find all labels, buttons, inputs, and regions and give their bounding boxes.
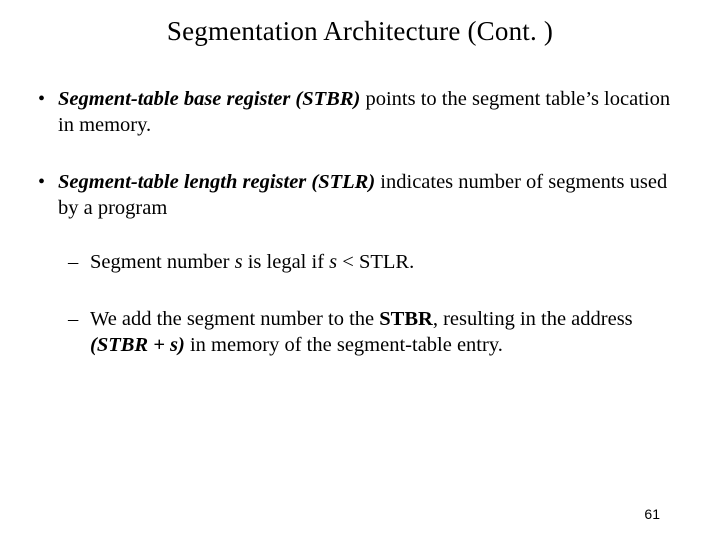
text: Segment number	[90, 251, 235, 273]
term-stbr: Segment-table base register (STBR)	[58, 88, 360, 110]
page-number: 61	[644, 506, 660, 522]
text: in memory of the segment-table entry.	[185, 334, 503, 356]
bullet-stlr: Segment-table length register (STLR) ind…	[34, 170, 686, 358]
var-s: s	[235, 251, 243, 273]
text: is legal if	[243, 251, 330, 273]
bullet-stbr: Segment-table base register (STBR) point…	[34, 87, 686, 138]
subbullet-address: We add the segment number to the STBR, r…	[58, 307, 686, 358]
var-s: s	[329, 251, 337, 273]
text: We add the segment number to the	[90, 308, 379, 330]
expr-stbr-plus-s: (STBR + s)	[90, 334, 185, 356]
text: < STLR.	[337, 251, 414, 273]
subbullet-legal: Segment number s is legal if s < STLR.	[58, 250, 686, 276]
text: , resulting in the address	[433, 308, 633, 330]
page-title: Segmentation Architecture (Cont. )	[0, 0, 720, 47]
term-stlr: Segment-table length register (STLR)	[58, 171, 375, 193]
slide-body: Segment-table base register (STBR) point…	[0, 47, 720, 358]
term-stbr-ref: STBR	[379, 308, 433, 330]
